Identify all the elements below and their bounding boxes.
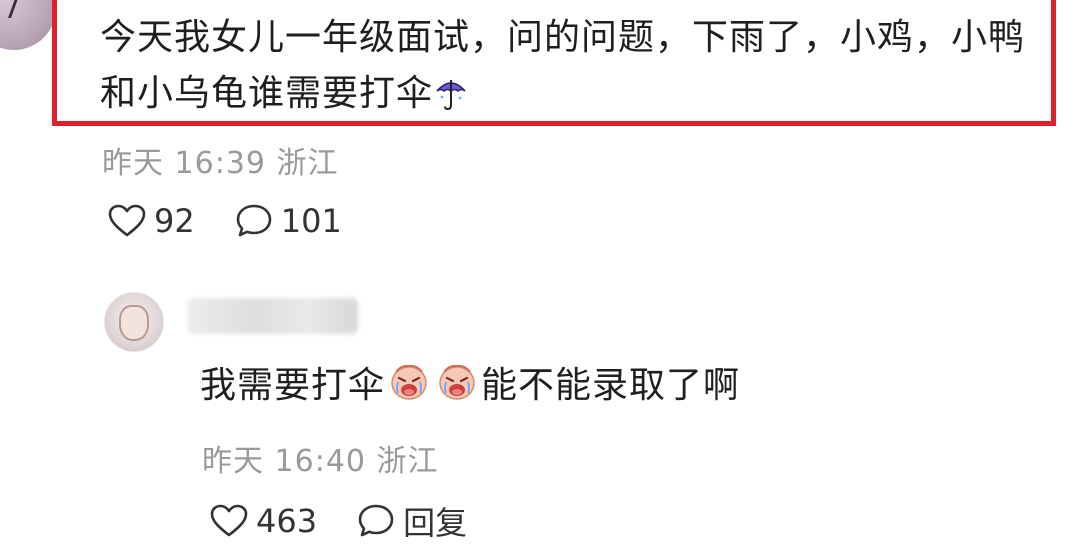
reply-actions: 463 回复 — [210, 498, 507, 544]
post-author-avatar[interactable] — [0, 0, 56, 50]
reply-username-blurred[interactable] — [188, 298, 358, 334]
reply-text-after: 能不能录取了啊 — [481, 365, 741, 406]
like-button[interactable]: 92 — [108, 202, 195, 240]
reply-like-count: 463 — [256, 502, 318, 540]
reply-like-button[interactable]: 463 — [210, 502, 317, 540]
comment-bubble-icon — [235, 203, 273, 239]
reply-meta: 昨天 16:40 浙江 — [202, 436, 439, 480]
crying-emoji-icon — [437, 362, 477, 402]
reply-author-avatar[interactable] — [104, 292, 164, 352]
like-count: 92 — [154, 202, 195, 240]
post-text: 今天我女儿一年级面试，问的问题，下雨了，小鸡，小鸭和小乌龟谁需要打伞 — [100, 17, 1026, 114]
reply-text-before: 我需要打伞 — [200, 365, 386, 406]
post-time: 昨天 16:39 — [102, 146, 266, 181]
comment-count: 101 — [280, 202, 342, 240]
heart-icon — [210, 504, 248, 538]
reply-button[interactable]: 回复 — [357, 498, 467, 544]
post-content: 今天我女儿一年级面试，问的问题，下雨了，小鸡，小鸭和小乌龟谁需要打伞 — [100, 10, 1030, 128]
crying-emoji-icon — [389, 362, 429, 402]
heart-icon — [108, 204, 146, 238]
post-meta: 昨天 16:39 浙江 — [102, 138, 339, 182]
post-actions: 92 101 — [108, 202, 382, 240]
reply-button-label: 回复 — [403, 504, 468, 542]
umbrella-icon — [435, 72, 467, 128]
reply-location: 浙江 — [376, 444, 439, 479]
post-location: 浙江 — [276, 146, 339, 181]
reply-content: 我需要打伞 能不能录取了啊 — [200, 356, 740, 408]
comment-bubble-icon — [357, 503, 395, 539]
comment-button[interactable]: 101 — [235, 202, 342, 240]
reply-time: 昨天 16:40 — [202, 444, 366, 479]
